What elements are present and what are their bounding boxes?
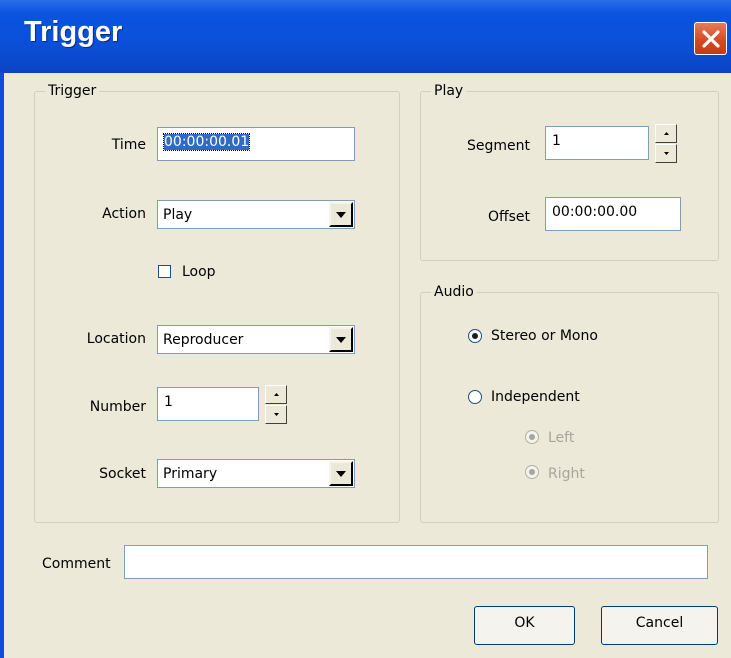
location-label: Location [86, 331, 146, 347]
arrow-up-icon [664, 132, 669, 135]
close-icon [702, 30, 720, 48]
segment-input-value: 1 [552, 133, 561, 149]
loop-checkbox[interactable] [158, 265, 171, 278]
number-input[interactable]: 1 [157, 387, 259, 421]
audio-group-legend: Audio [431, 283, 477, 301]
stereo-label[interactable]: Stereo or Mono [491, 327, 598, 345]
offset-input[interactable]: 00:00:00.00 [545, 197, 681, 231]
play-group-legend: Play [431, 82, 467, 100]
location-select-value: Reproducer [163, 332, 244, 348]
comment-input[interactable] [124, 545, 708, 579]
time-input-value: 00:00:00.01 [162, 133, 251, 151]
close-button[interactable] [694, 22, 727, 55]
offset-label: Offset [487, 209, 530, 225]
chevron-down-icon [336, 337, 346, 343]
independent-label[interactable]: Independent [491, 388, 580, 406]
independent-radio[interactable] [468, 390, 482, 404]
socket-dropdown-button[interactable] [329, 461, 353, 486]
segment-input[interactable]: 1 [545, 126, 649, 160]
action-select[interactable]: Play [157, 200, 355, 229]
segment-spinner[interactable] [655, 124, 677, 164]
number-input-value: 1 [164, 394, 173, 410]
chevron-down-icon [336, 212, 346, 218]
number-spin-down[interactable] [265, 405, 287, 424]
stereo-radio[interactable] [468, 329, 482, 343]
number-label: Number [89, 399, 146, 415]
time-input[interactable]: 00:00:00.01 [157, 127, 355, 161]
arrow-up-icon [274, 393, 279, 396]
ok-button[interactable]: OK [474, 606, 575, 645]
segment-spin-up[interactable] [655, 124, 677, 143]
number-spin-up[interactable] [265, 385, 287, 404]
action-select-value: Play [163, 207, 193, 223]
title-bar[interactable]: Trigger [0, 0, 731, 73]
socket-label: Socket [99, 466, 146, 482]
arrow-down-icon [664, 152, 669, 155]
segment-spin-down[interactable] [655, 144, 677, 163]
left-label: Left [548, 430, 575, 446]
right-label: Right [548, 466, 585, 482]
offset-input-value: 00:00:00.00 [552, 204, 638, 220]
socket-select[interactable]: Primary [157, 459, 355, 488]
comment-label: Comment [42, 556, 111, 572]
action-dropdown-button[interactable] [329, 202, 353, 227]
socket-select-value: Primary [163, 466, 218, 482]
location-dropdown-button[interactable] [329, 327, 353, 352]
chevron-down-icon [336, 471, 346, 477]
right-radio[interactable] [525, 465, 539, 479]
action-label: Action [102, 206, 146, 222]
play-group: Play [420, 82, 719, 261]
cancel-button[interactable]: Cancel [601, 606, 718, 645]
left-radio[interactable] [525, 430, 539, 444]
time-label: Time [111, 137, 146, 153]
trigger-group-legend: Trigger [45, 82, 100, 100]
number-spinner[interactable] [265, 385, 287, 425]
window-frame-left [0, 73, 4, 658]
window-title: Trigger [24, 16, 123, 48]
location-select[interactable]: Reproducer [157, 325, 355, 354]
segment-label: Segment [467, 138, 530, 154]
loop-label[interactable]: Loop [182, 263, 216, 281]
arrow-down-icon [274, 413, 279, 416]
